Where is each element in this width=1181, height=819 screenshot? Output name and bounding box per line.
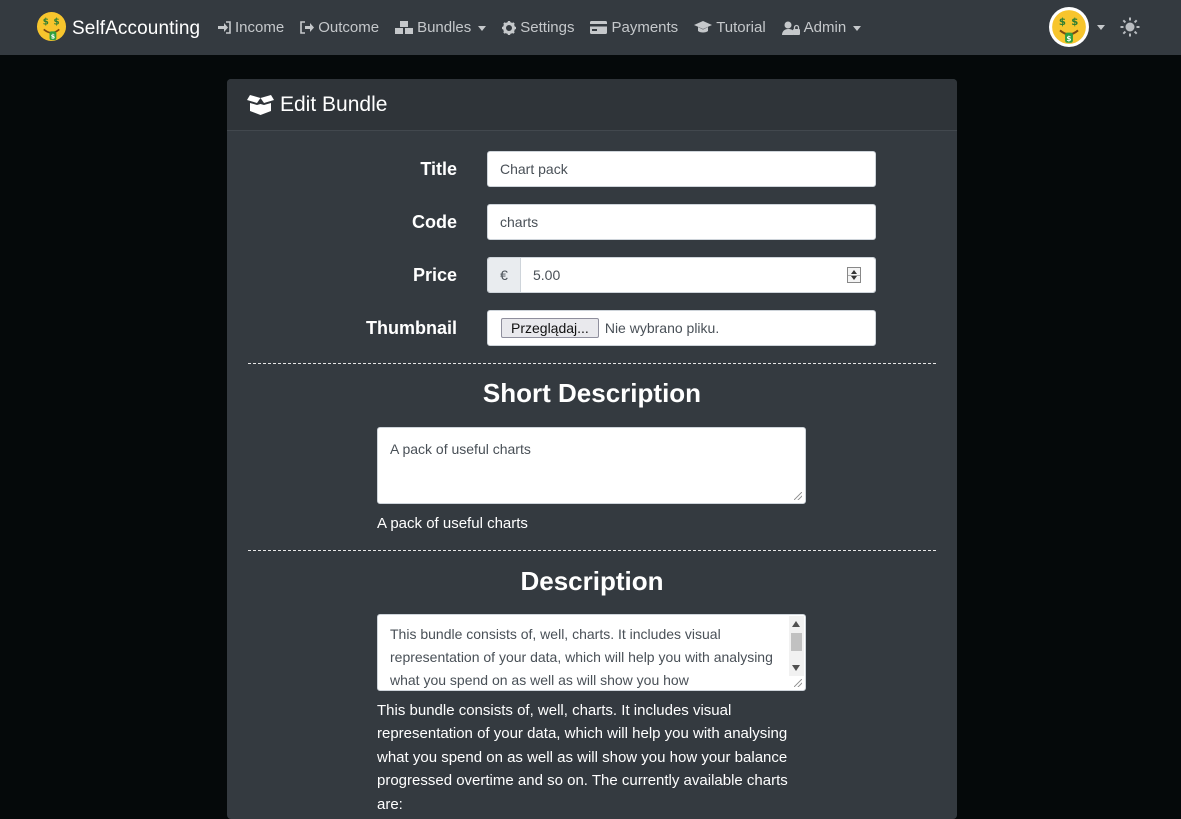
nav-settings[interactable]: Settings (502, 19, 574, 36)
chevron-down-icon (1097, 25, 1105, 30)
chevron-down-icon (478, 25, 487, 31)
code-input[interactable]: charts (487, 204, 876, 240)
textarea-scrollbar[interactable] (789, 616, 804, 676)
browse-button[interactable]: Przeglądaj... (501, 318, 599, 338)
brand-name: SelfAccounting (72, 18, 201, 39)
user-menu-dropdown[interactable]: $ $ $ (1049, 7, 1105, 47)
sign-out-icon (300, 21, 315, 34)
price-input[interactable]: 5.00 (521, 258, 875, 292)
money-face-logo-icon: $ $ $ (36, 11, 67, 47)
avatar: $ $ $ (1049, 7, 1089, 47)
spinner-down-icon[interactable] (851, 276, 857, 280)
nav-tutorial-label: Tutorial (716, 19, 766, 36)
file-status: Nie wybrano pliku. (604, 320, 720, 336)
currency-addon: € (488, 258, 521, 292)
cubes-icon (395, 21, 414, 34)
price-input-group: € 5.00 (487, 257, 876, 293)
svg-text:$: $ (53, 18, 59, 28)
card-header: Edit Bundle (227, 79, 957, 131)
nav-income-label: Income (235, 19, 285, 36)
price-row: Price € 5.00 (227, 257, 957, 295)
nav-income[interactable]: Income (217, 19, 284, 36)
scroll-down-icon[interactable] (792, 665, 800, 671)
svg-text:$: $ (51, 34, 55, 41)
credit-card-icon (590, 21, 608, 34)
divider (248, 363, 936, 364)
thumbnail-file-input: Przeglądaj... Nie wybrano pliku. (487, 310, 876, 346)
short-description-textarea[interactable]: A pack of useful charts (377, 427, 806, 504)
box-open-icon (247, 95, 274, 115)
card-title: Edit Bundle (280, 92, 388, 116)
svg-text:$: $ (1066, 34, 1071, 43)
sign-in-icon (218, 21, 231, 34)
thumbnail-row: Thumbnail Przeglądaj... Nie wybrano plik… (227, 310, 957, 348)
description-heading: Description (520, 566, 664, 596)
resize-handle-icon[interactable] (794, 492, 802, 500)
description-preview: This bundle consists of, well, charts. I… (377, 702, 788, 813)
short-description-heading: Short Description (482, 378, 702, 408)
description-textarea[interactable]: This bundle consists of, well, charts. I… (377, 614, 806, 691)
nav-payments[interactable]: Payments (590, 19, 678, 36)
nav-admin-label: Admin (803, 19, 847, 36)
svg-text:$: $ (43, 18, 49, 28)
description-text: This bundle consists of, well, charts. I… (390, 626, 773, 688)
thumbnail-label: Thumbnail (366, 318, 457, 338)
money-face-avatar-icon: $ $ $ (1052, 10, 1086, 44)
title-label: Title (420, 159, 457, 179)
number-spinner[interactable] (847, 267, 861, 283)
code-label: Code (412, 212, 457, 232)
nav-outcome[interactable]: Outcome (300, 19, 379, 36)
nav-settings-label: Settings (520, 19, 575, 36)
nav-outcome-label: Outcome (318, 19, 380, 36)
scroll-up-icon[interactable] (792, 621, 800, 627)
scroll-thumb[interactable] (791, 633, 802, 651)
edit-bundle-card: Edit Bundle Title Chart pack Code charts… (227, 79, 957, 819)
user-lock-icon (781, 21, 800, 35)
brand-link[interactable]: $ $ $ SelfAccounting (36, 11, 200, 47)
theme-toggle[interactable] (1120, 17, 1140, 42)
sun-icon (1120, 17, 1140, 37)
resize-handle-icon[interactable] (794, 679, 802, 687)
title-row: Title Chart pack (227, 151, 957, 189)
short-description-text: A pack of useful charts (390, 441, 531, 457)
price-value: 5.00 (533, 267, 561, 283)
top-navbar: $ $ $ SelfAccounting Income Outcome Bund… (0, 0, 1181, 55)
nav-tutorial[interactable]: Tutorial (694, 19, 766, 36)
nav-bundles-dropdown[interactable]: Bundles (395, 19, 487, 36)
gear-icon (502, 20, 517, 35)
chevron-down-icon (853, 25, 862, 31)
svg-text:$: $ (1071, 17, 1078, 28)
short-description-preview: A pack of useful charts (377, 515, 528, 532)
spinner-up-icon[interactable] (851, 270, 857, 274)
title-input[interactable]: Chart pack (487, 151, 876, 187)
graduation-cap-icon (694, 21, 713, 33)
nav-admin-dropdown[interactable]: Admin (781, 19, 862, 36)
nav-payments-label: Payments (611, 19, 679, 36)
nav-bundles-label: Bundles (417, 19, 472, 36)
svg-text:$: $ (1059, 17, 1066, 28)
divider (248, 550, 936, 551)
code-row: Code charts (227, 204, 957, 242)
price-label: Price (412, 265, 457, 285)
